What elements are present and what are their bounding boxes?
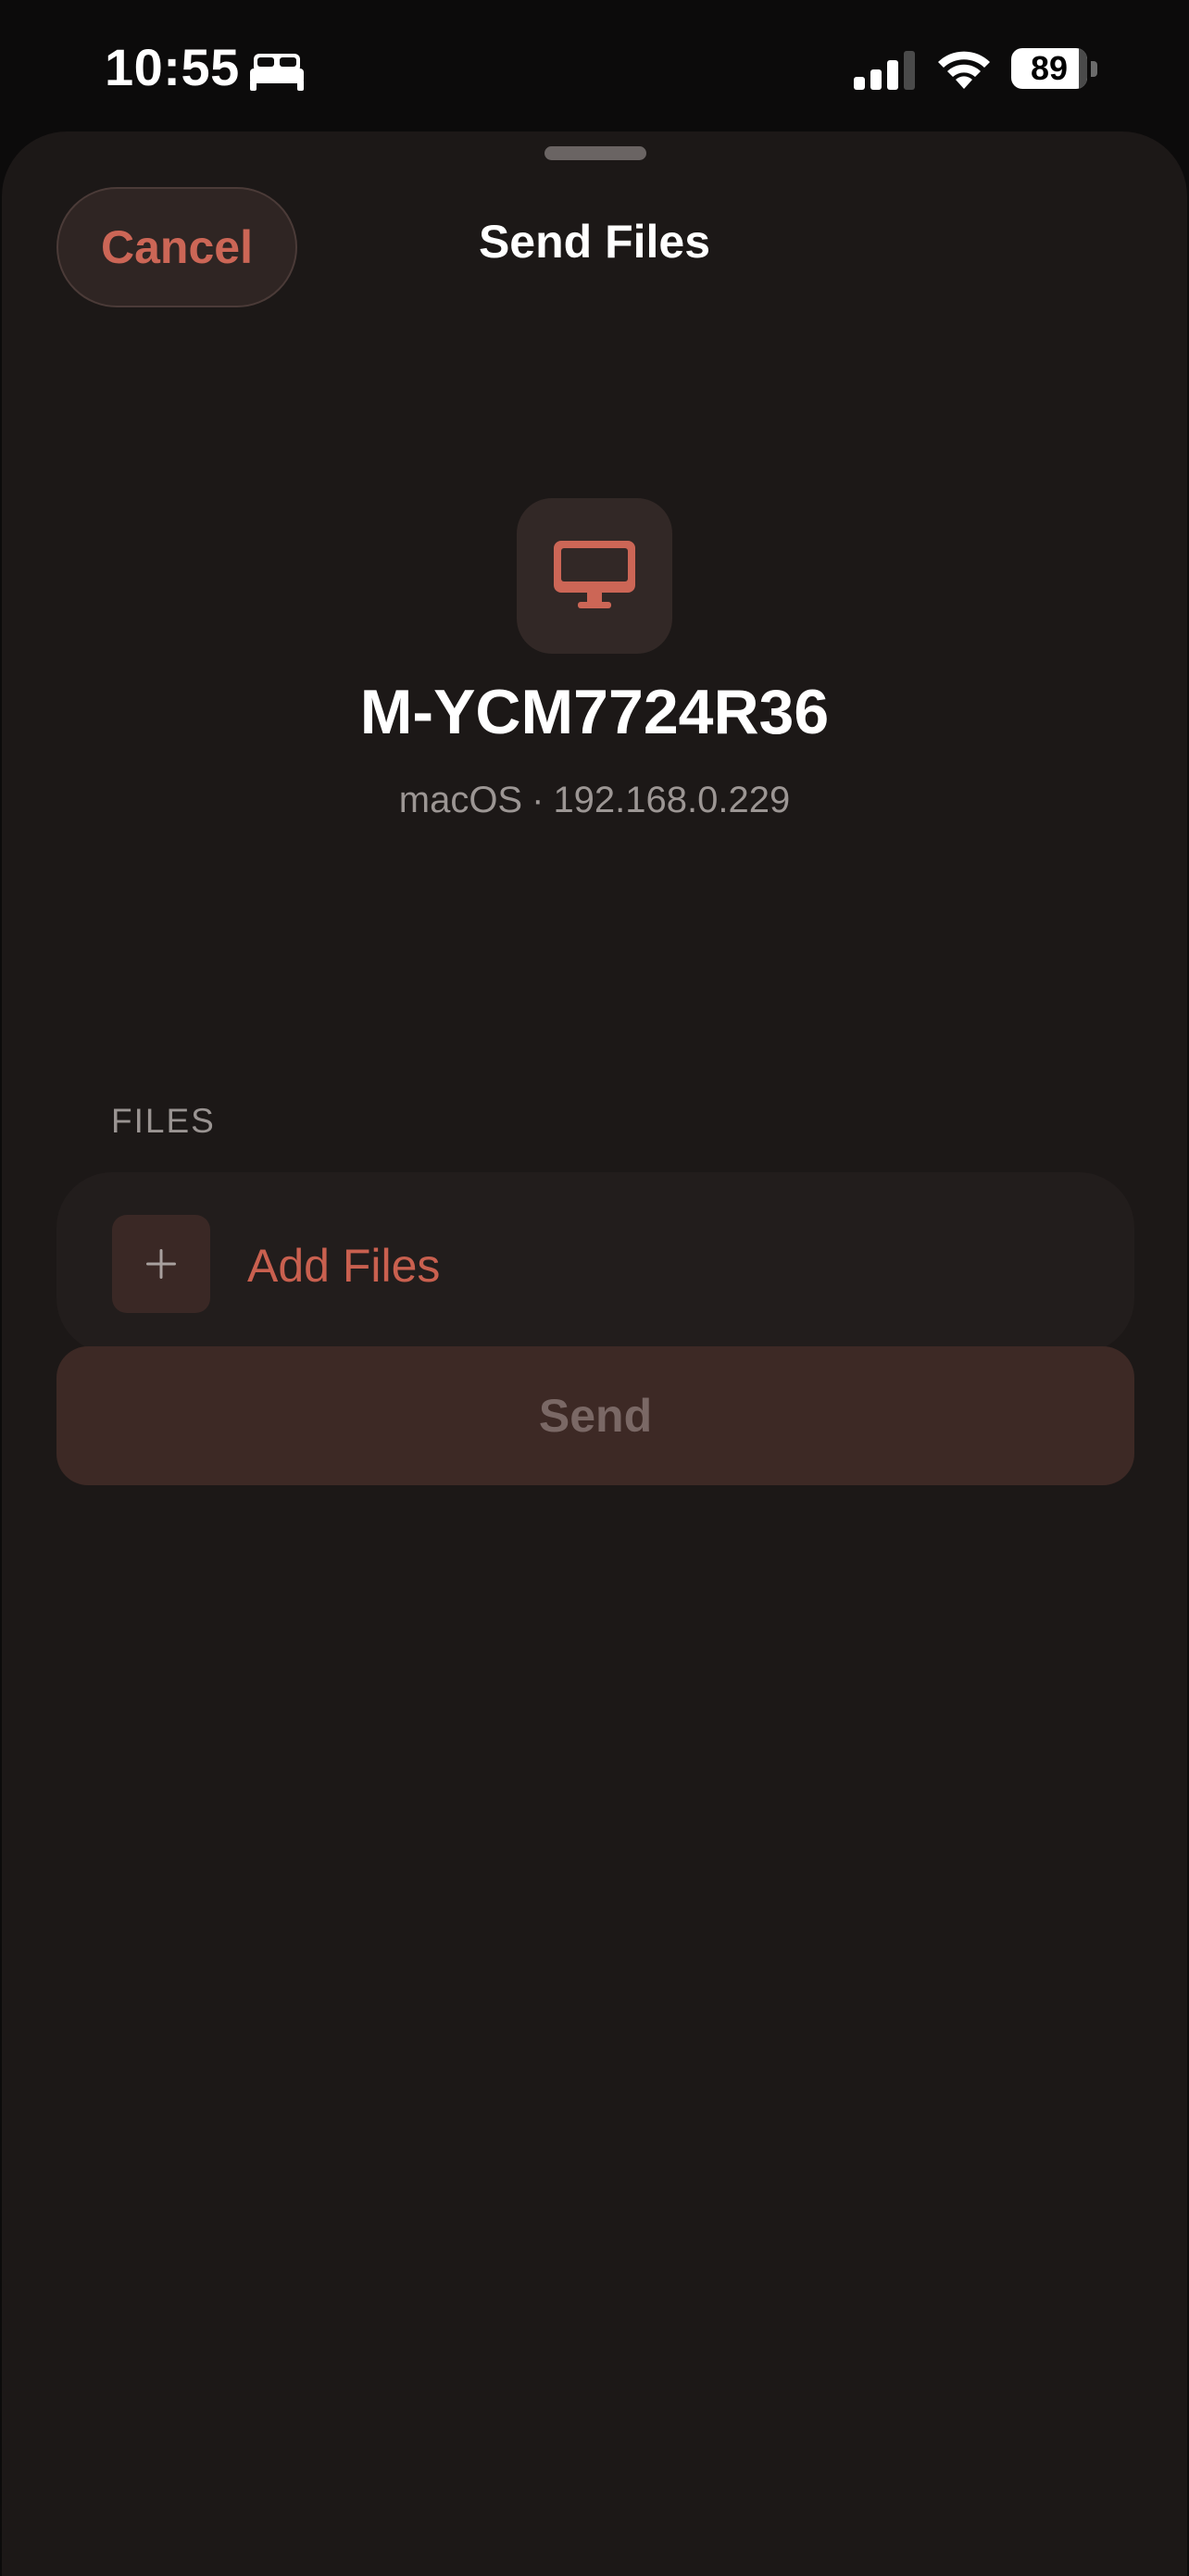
sheet-title: Send Files: [478, 216, 711, 268]
device-ip-address: 192.168.0.229: [553, 780, 791, 820]
battery-tip: [1091, 61, 1097, 77]
plus-icon: [146, 1249, 176, 1279]
add-files-label: Add Files: [247, 1240, 441, 1292]
sheet-grabber[interactable]: [544, 146, 646, 160]
device-name: M-YCM7724R36: [359, 677, 830, 747]
desktop-computer-icon: [554, 541, 635, 608]
add-icon-tile: [112, 1215, 210, 1313]
send-files-sheet: Cancel Send Files M-YCM7724R36 macOS · 192…: [2, 131, 1187, 2576]
wifi-icon: [938, 51, 990, 89]
battery-indicator: 89: [1011, 48, 1100, 91]
files-card: Add Files: [56, 1172, 1134, 1354]
battery-body: 89: [1011, 48, 1087, 89]
cellular-signal-icon: [854, 51, 915, 90]
bed-icon: [250, 54, 304, 91]
cancel-button[interactable]: Cancel: [56, 187, 297, 307]
meta-separator: ·: [532, 780, 544, 820]
status-time: 10:55: [105, 38, 240, 96]
device-details: macOS · 192.168.0.229: [2, 780, 1187, 821]
send-button[interactable]: Send: [56, 1346, 1134, 1485]
device-os: macOS: [398, 780, 523, 820]
battery-percentage: 89: [1030, 49, 1069, 87]
files-section-header: FILES: [111, 1102, 216, 1140]
add-files-button[interactable]: Add Files: [56, 1172, 1134, 1354]
device-icon-tile: [517, 498, 672, 654]
status-bar: 10:55 89: [0, 0, 1189, 130]
